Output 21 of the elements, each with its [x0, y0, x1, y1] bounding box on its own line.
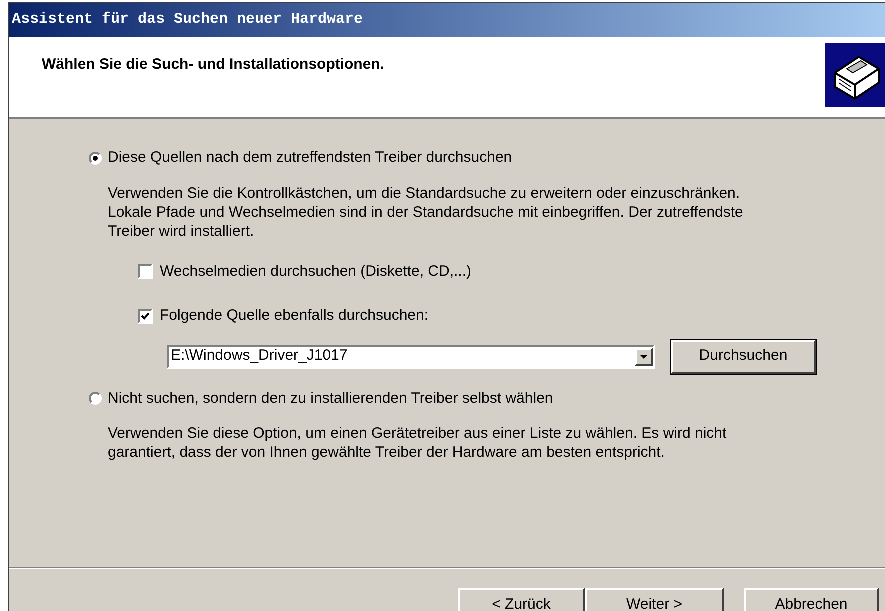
caret-icon [640, 354, 648, 358]
radio-label[interactable]: Diese Quellen nach dem zutreffendsten Treiber durchsuchen [108, 147, 512, 170]
wizard-button[interactable]: Weiter > [585, 588, 724, 611]
radio-button[interactable] [89, 392, 102, 406]
option-description: Verwenden Sie die Kontrollkästchen, um die Standardsuche zu erweitern oder einzuschränken. Lokale Pfade und Wechselmedien sind in der Standardsuche mit einbegriffen. Der zutreffendste Treiber wird installiert. [108, 184, 744, 240]
checkbox-label[interactable]: Folgende Quelle ebenfalls durchsuchen: [160, 305, 429, 328]
wizard-button[interactable]: Abbrechen [744, 588, 879, 611]
browse-button[interactable]: Durchsuchen [671, 340, 816, 374]
path-combobox[interactable]: E:\Windows_Driver_J1017 [167, 344, 655, 368]
wizard-heading: Wählen Sie die Such- und Installationsoptionen. [42, 55, 385, 75]
checkbox-label[interactable]: Wechselmedien durchsuchen (Diskette, CD,...) [160, 260, 472, 283]
radio-button[interactable] [89, 152, 102, 165]
window-title: Assistent für das Suchen neuer Hardware [12, 10, 364, 30]
dropdown-button[interactable] [635, 348, 653, 366]
wizard-button[interactable]: < Zurück [458, 588, 585, 611]
path-value: E:\Windows_Driver_J1017 [170, 346, 348, 366]
radio-label[interactable]: Nicht suchen, sondern den zu installierenden Treiber selbst wählen [108, 388, 554, 410]
checkbox[interactable] [138, 264, 153, 280]
checkmark-icon [141, 312, 150, 321]
checkbox[interactable] [138, 308, 153, 324]
option-description: Verwenden Sie diese Option, um einen Gerätetreiber aus einer Liste zu wählen. Es wird nicht garantiert, dass der von Ihnen gewählte Treiber der Hardware am besten entspricht. [108, 424, 728, 462]
